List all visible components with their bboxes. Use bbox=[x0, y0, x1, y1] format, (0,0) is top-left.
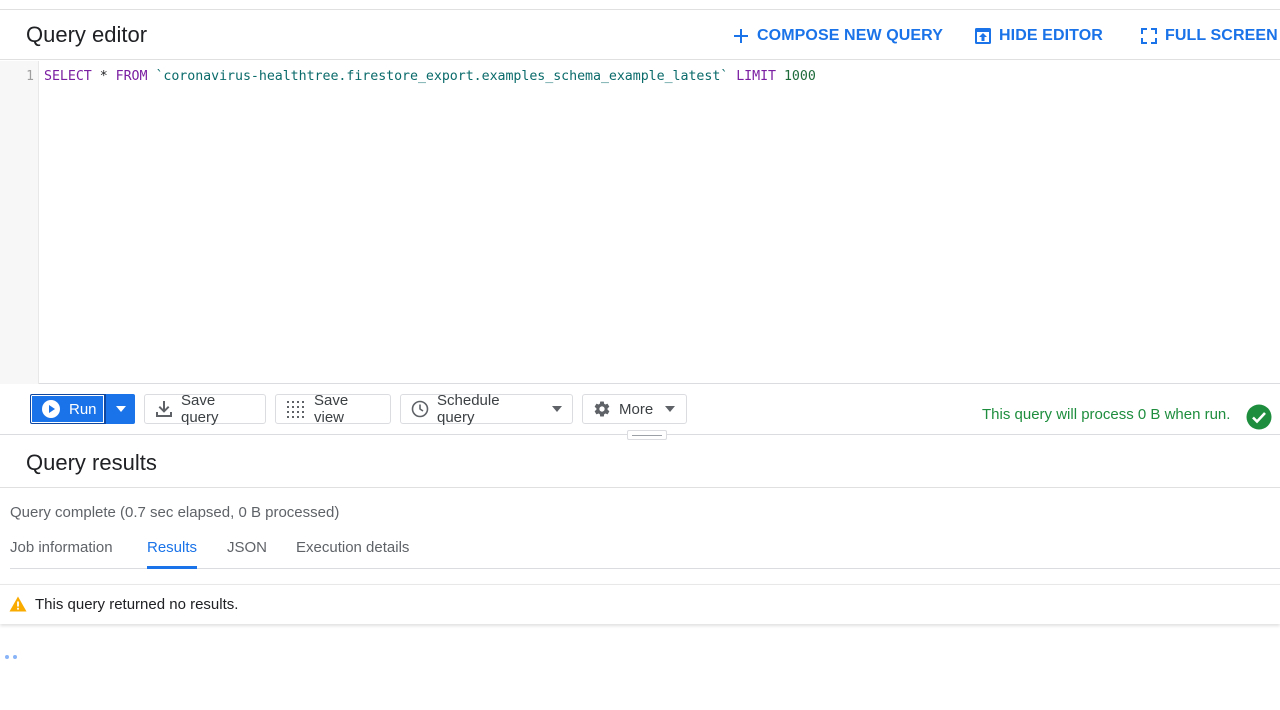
query-editor-header: Query editor COMPOSE NEW QUERY HIDE EDIT… bbox=[0, 10, 1280, 60]
hide-editor-button[interactable]: HIDE EDITOR bbox=[973, 24, 1103, 48]
more-label: More bbox=[619, 400, 654, 418]
gear-icon bbox=[594, 401, 610, 417]
tab-results[interactable]: Results bbox=[147, 539, 198, 569]
plus-icon bbox=[734, 29, 748, 43]
tab-execution-details[interactable]: Execution details bbox=[296, 539, 409, 569]
page-title: Query editor bbox=[26, 22, 148, 47]
tab-job-information[interactable]: Job information bbox=[10, 539, 113, 569]
hide-editor-label: HIDE EDITOR bbox=[999, 27, 1103, 44]
no-results-message: This query returned no results. bbox=[35, 596, 239, 613]
warning-icon bbox=[9, 596, 27, 612]
loading-indicator bbox=[5, 655, 17, 659]
line-number: 1 bbox=[26, 69, 34, 84]
compose-new-query-label: COMPOSE NEW QUERY bbox=[757, 27, 944, 44]
code-line[interactable]: SELECT * FROM `coronavirus-healthtree.fi… bbox=[44, 69, 816, 84]
results-title: Query results bbox=[26, 450, 157, 475]
save-query-button[interactable]: Save query bbox=[144, 392, 266, 426]
limit-value: 1000 bbox=[783, 69, 816, 84]
keyword-select: SELECT bbox=[44, 69, 92, 84]
check-circle-icon bbox=[1246, 404, 1272, 430]
select-star: * bbox=[99, 69, 108, 84]
keyword-limit: LIMIT bbox=[736, 69, 776, 84]
play-circle-icon bbox=[42, 400, 60, 418]
download-icon bbox=[156, 401, 172, 417]
query-validator-message: This query will process 0 B when run. bbox=[982, 406, 1231, 423]
hide-editor-icon bbox=[975, 28, 991, 44]
run-button[interactable]: Run bbox=[30, 394, 105, 424]
full-screen-label: FULL SCREEN bbox=[1165, 27, 1278, 44]
caret-down-icon bbox=[665, 406, 676, 412]
table-reference: `coronavirus-healthtree.firestore_export… bbox=[155, 69, 729, 84]
query-toolbar: Run Save query Save view Schedule query … bbox=[0, 385, 1280, 440]
save-query-label: Save query bbox=[181, 392, 219, 426]
keyword-from: FROM bbox=[115, 69, 148, 84]
run-label: Run bbox=[69, 400, 97, 418]
no-results-banner: This query returned no results. bbox=[0, 584, 1280, 624]
schedule-query-button[interactable]: Schedule query bbox=[400, 392, 573, 426]
run-options-dropdown[interactable] bbox=[105, 394, 135, 424]
grid-dots-icon bbox=[287, 401, 304, 418]
clock-icon bbox=[411, 400, 429, 418]
caret-down-icon bbox=[552, 406, 562, 412]
query-results-header: Query results bbox=[0, 436, 1280, 488]
fullscreen-icon bbox=[1141, 28, 1157, 44]
results-tabs: Job information Results JSON Execution d… bbox=[10, 533, 1280, 569]
run-button-group: Run bbox=[30, 394, 135, 424]
tab-json[interactable]: JSON bbox=[227, 539, 267, 569]
save-view-button[interactable]: Save view bbox=[275, 392, 391, 426]
more-button[interactable]: More bbox=[582, 394, 687, 424]
schedule-query-label: Schedule query bbox=[437, 392, 500, 426]
line-number-gutter: 1 bbox=[0, 61, 39, 384]
full-screen-button[interactable]: FULL SCREEN bbox=[1139, 24, 1278, 48]
compose-new-query-button[interactable]: COMPOSE NEW QUERY bbox=[731, 24, 943, 48]
caret-down-icon bbox=[115, 406, 126, 412]
sql-code-editor[interactable]: 1 SELECT * FROM `coronavirus-healthtree.… bbox=[0, 61, 1280, 384]
save-view-label: Save view bbox=[314, 392, 349, 426]
query-status: Query complete (0.7 sec elapsed, 0 B pro… bbox=[10, 504, 340, 521]
